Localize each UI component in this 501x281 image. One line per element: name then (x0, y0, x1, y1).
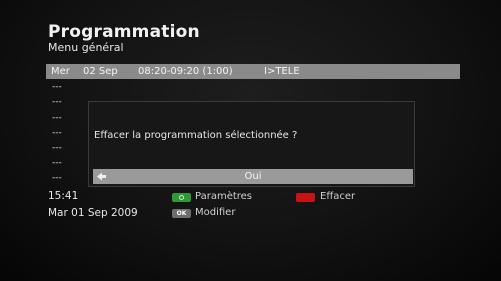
list-item[interactable]: --- (52, 96, 62, 108)
red-key-icon (296, 193, 315, 202)
list-item[interactable]: --- (52, 172, 62, 184)
list-item[interactable]: --- (52, 127, 62, 139)
current-date: Mar 01 Sep 2009 (48, 207, 138, 219)
schedule-channel: I>TELE (264, 66, 300, 77)
list-item[interactable]: --- (52, 157, 62, 169)
legend-erase-label: Effacer (320, 191, 356, 202)
tv-screen: Programmation Menu général Mer 02 Sep 08… (0, 0, 501, 281)
schedule-date: 02 Sep (83, 66, 118, 77)
legend-modify-label: Modifier (195, 207, 236, 218)
confirm-yes-label: Oui (244, 171, 262, 182)
page-title: Programmation (48, 22, 200, 42)
dialog-message: Effacer la programmation sélectionnée ? (94, 130, 298, 141)
schedule-day: Mer (51, 66, 70, 77)
ok-key-icon: OK (172, 209, 191, 218)
current-time: 15:41 (48, 190, 79, 202)
confirm-delete-dialog: Effacer la programmation sélectionnée ? … (88, 101, 415, 187)
schedule-time-range: 08:20-09:20 (1:00) (138, 66, 233, 77)
page-subtitle: Menu général (48, 41, 124, 54)
list-item[interactable]: --- (52, 142, 62, 154)
list-item[interactable]: --- (52, 112, 62, 124)
selected-schedule-row[interactable]: Mer 02 Sep 08:20-09:20 (1:00) I>TELE (46, 64, 460, 79)
legend-parameters-label: Paramètres (195, 191, 253, 202)
green-key-icon (172, 193, 191, 202)
list-item[interactable]: --- (52, 81, 62, 93)
confirm-yes-button[interactable]: Oui (93, 169, 413, 184)
